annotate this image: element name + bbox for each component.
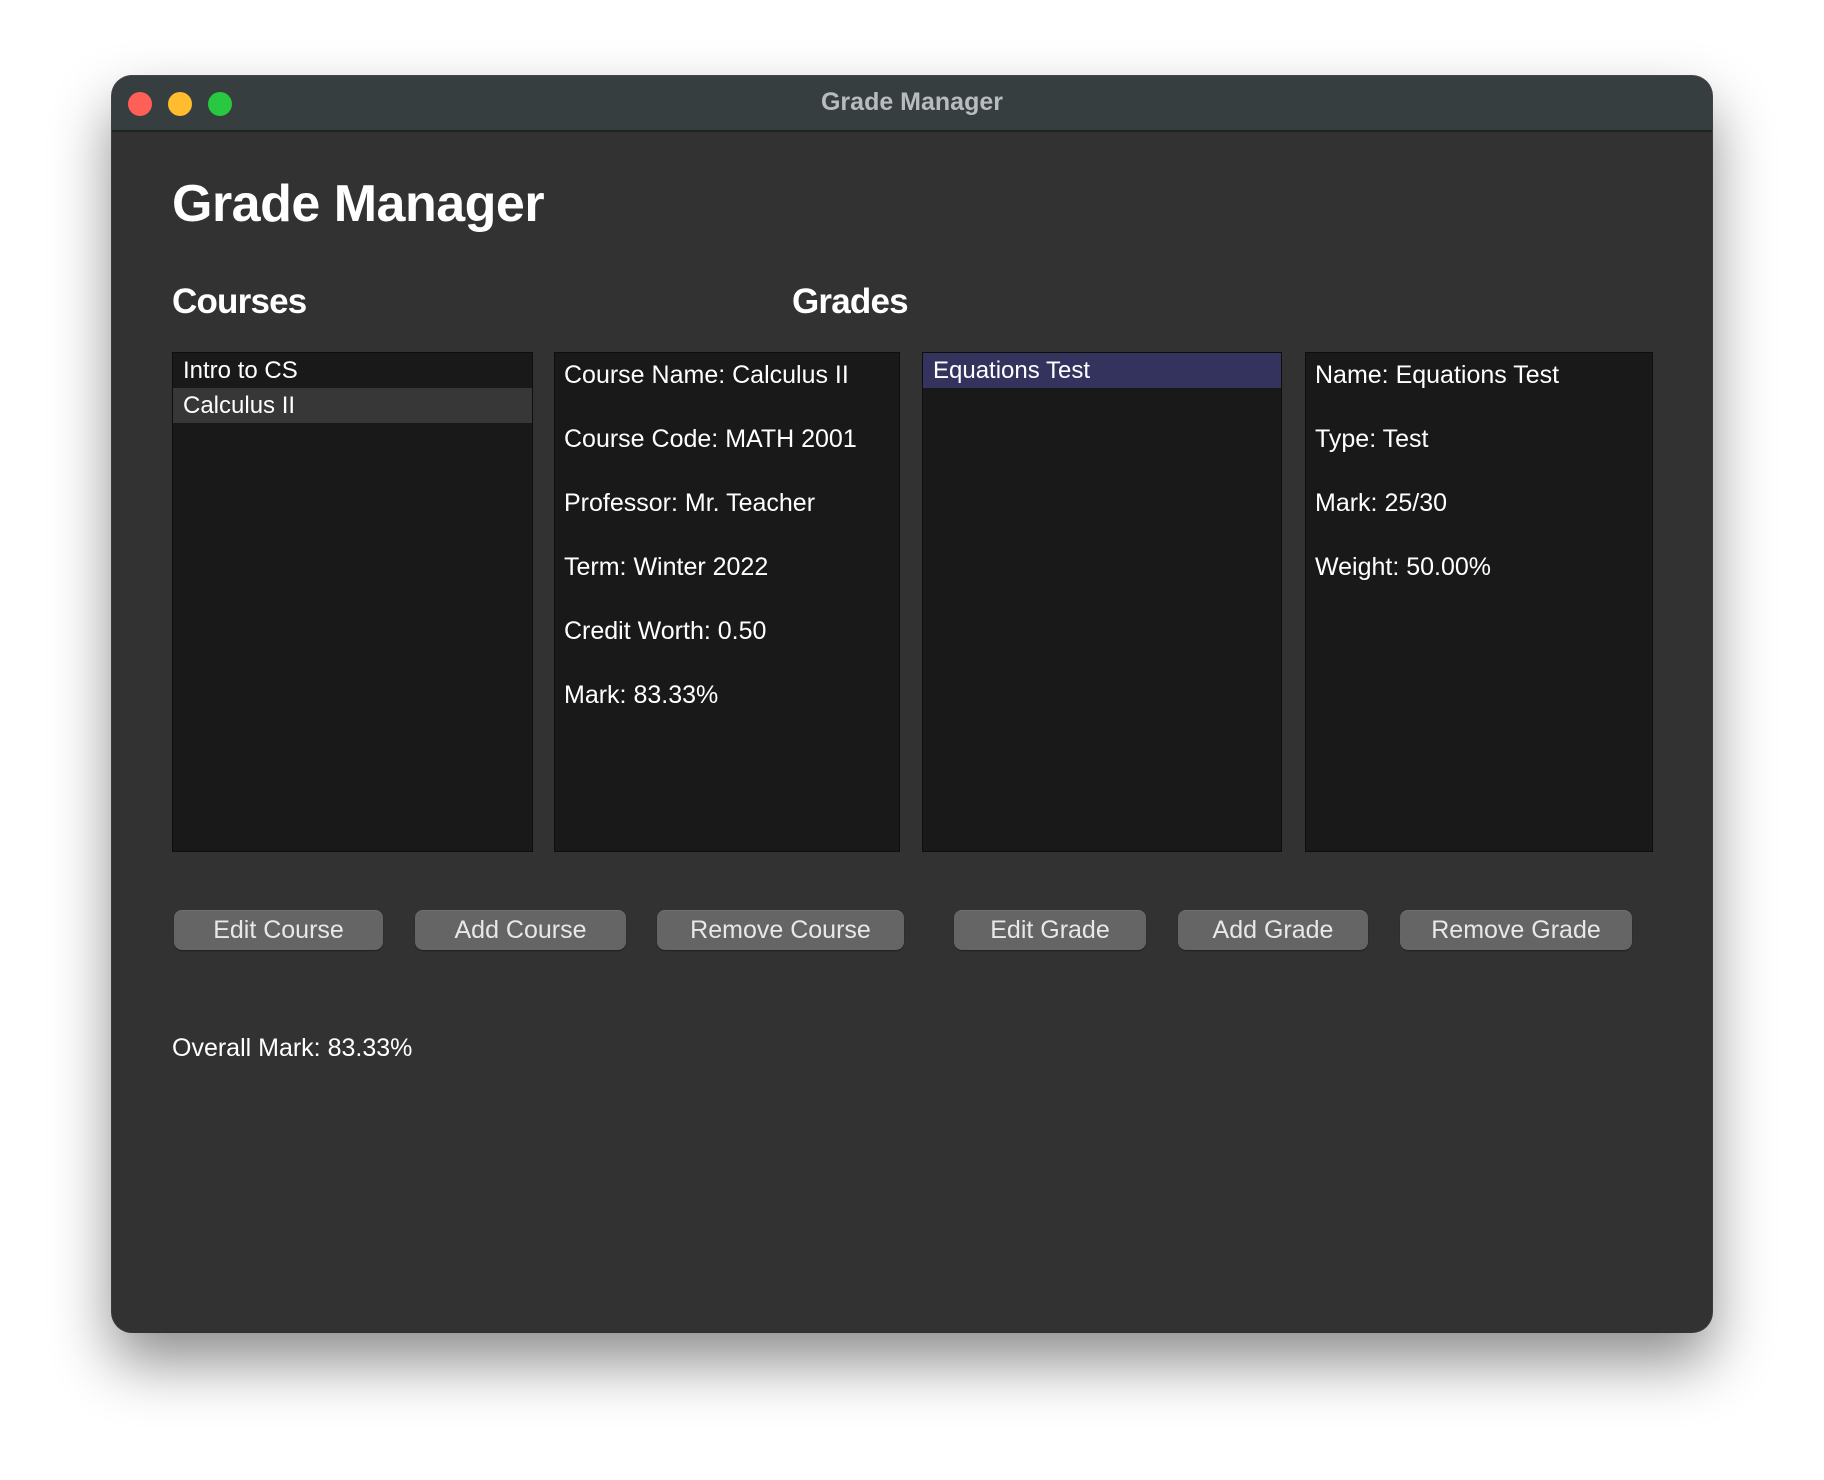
remove-grade-button[interactable]: Remove Grade xyxy=(1400,910,1632,950)
page-title: Grade Manager xyxy=(172,175,545,233)
edit-course-button[interactable]: Edit Course xyxy=(174,910,383,950)
course-term: Term: Winter 2022 xyxy=(564,553,769,581)
add-course-button[interactable]: Add Course xyxy=(415,910,626,950)
overall-mark: Overall Mark: 83.33% xyxy=(172,1034,413,1062)
grade-mark: Mark: 25/30 xyxy=(1315,489,1448,517)
edit-grade-button[interactable]: Edit Grade xyxy=(954,910,1146,950)
courses-list[interactable]: Intro to CS Calculus II xyxy=(172,352,533,852)
course-professor: Professor: Mr. Teacher xyxy=(564,489,816,517)
grade-weight: Weight: 50.00% xyxy=(1315,553,1492,581)
course-name: Course Name: Calculus II xyxy=(564,361,849,389)
grades-list[interactable]: Equations Test xyxy=(922,352,1282,852)
grade-list-item-selected[interactable]: Equations Test xyxy=(923,353,1281,388)
course-details-panel: Course Name: Calculus II Course Code: MA… xyxy=(554,352,900,852)
grade-details-panel: Name: Equations Test Type: Test Mark: 25… xyxy=(1305,352,1653,852)
courses-heading: Courses xyxy=(172,282,307,321)
add-grade-button[interactable]: Add Grade xyxy=(1178,910,1368,950)
grade-type: Type: Test xyxy=(1315,425,1429,453)
course-list-item-selected[interactable]: Calculus II xyxy=(173,388,532,423)
remove-course-button[interactable]: Remove Course xyxy=(657,910,904,950)
course-mark: Mark: 83.33% xyxy=(564,681,719,709)
grade-name: Name: Equations Test xyxy=(1315,361,1560,389)
window-title: Grade Manager xyxy=(820,88,1003,116)
app-window: Grade Manager Grade Manager Courses Grad… xyxy=(112,76,1712,1332)
course-code: Course Code: MATH 2001 xyxy=(564,425,857,453)
grades-heading: Grades xyxy=(792,282,909,321)
course-list-item[interactable]: Intro to CS xyxy=(173,353,532,388)
title-bar[interactable]: Grade Manager xyxy=(112,76,1712,132)
course-credit-worth: Credit Worth: 0.50 xyxy=(564,617,767,645)
